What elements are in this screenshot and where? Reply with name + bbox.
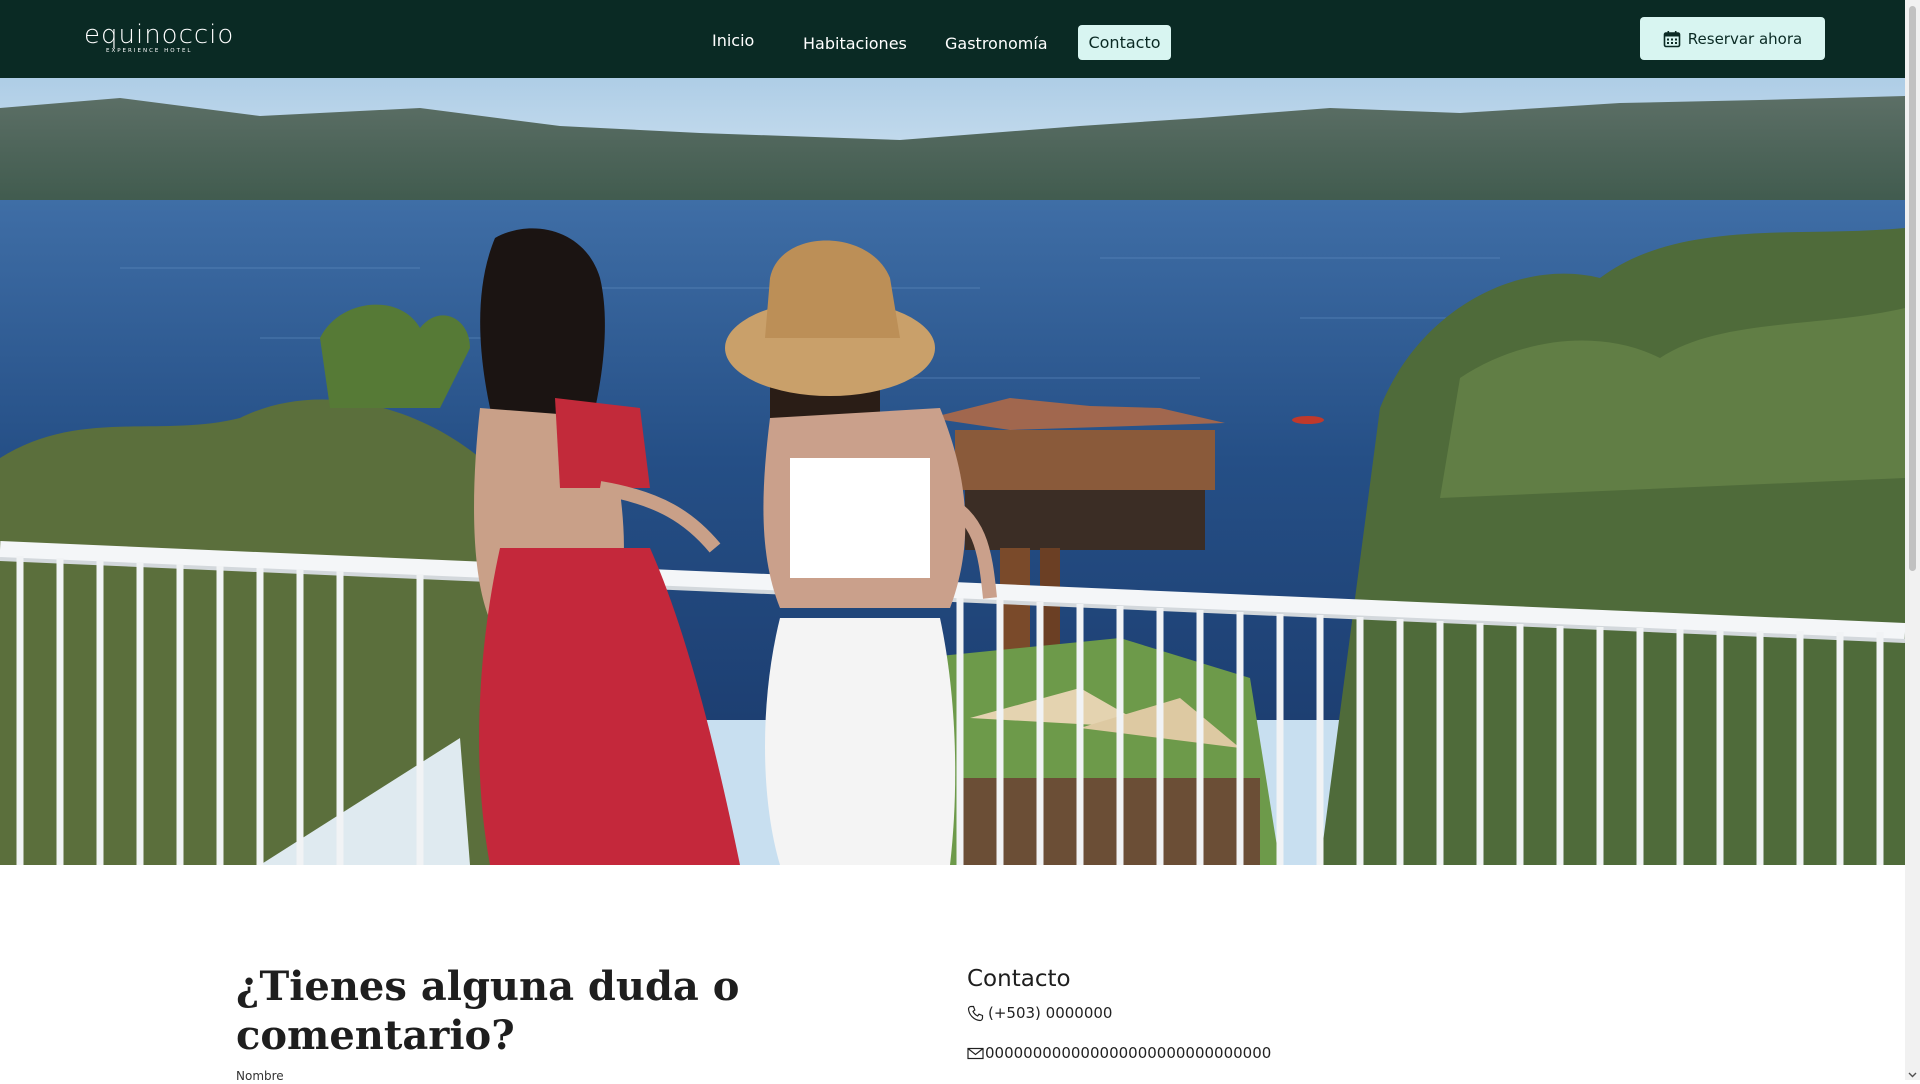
email-address: 000000000000000000000000000000 [985,1044,1272,1062]
logo-wordmark: equinoccio [84,20,235,50]
nav-item-contacto[interactable]: Contacto [1078,25,1171,60]
reserve-now-label: Reservar ahora [1687,29,1803,48]
contact-email[interactable]: 000000000000000000000000000000 [967,1044,1271,1062]
phone-number: (+503) 0000000 [988,1004,1113,1022]
nav-item-habitaciones[interactable]: Habitaciones [803,34,907,53]
contact-phone[interactable]: (+503) 0000000 [967,1004,1112,1022]
hero-illustration [0,78,1905,865]
logo-subtitle: EXPERIENCE HOTEL [106,48,193,54]
page-scrollbar[interactable] [1905,0,1920,1080]
phone-icon [967,1005,984,1022]
mail-icon [967,1045,984,1062]
contact-heading: Contacto [967,966,1071,992]
calendar-icon [1663,30,1681,48]
hotel-logo[interactable]: equinoccio EXPERIENCE HOTEL [84,22,233,56]
scrollbar-thumb[interactable] [1909,6,1916,571]
form-heading: ¿Tienes alguna duda o comentario? [236,963,740,1059]
top-navigation-bar: equinoccio EXPERIENCE HOTEL Inicio Habit… [0,0,1905,78]
reserve-now-button[interactable]: Reservar ahora [1640,17,1825,60]
nav-item-gastronomia[interactable]: Gastronomía [945,34,1048,53]
name-field-label: Nombre [236,1069,284,1083]
scroll-down-arrow-icon[interactable] [1908,1066,1917,1078]
nav-item-inicio[interactable]: Inicio [712,31,754,50]
hero-photo [0,78,1905,865]
